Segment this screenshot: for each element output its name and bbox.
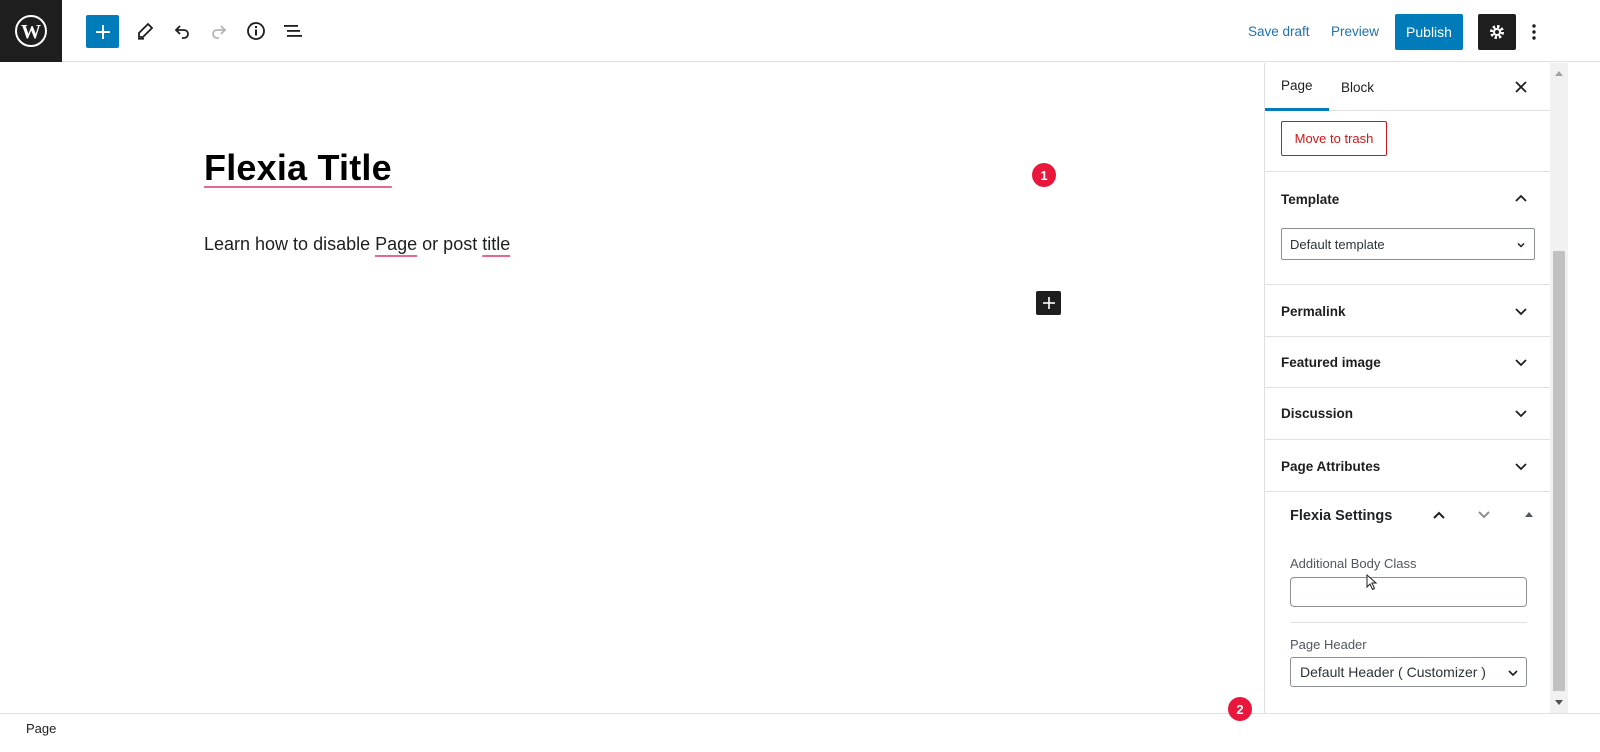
svg-text:W: W	[21, 21, 41, 43]
post-title[interactable]: Flexia Title	[204, 147, 392, 189]
block-breadcrumb-bar: Page	[0, 713, 1600, 752]
page-header-label: Page Header	[1290, 637, 1367, 652]
settings-sidebar: Page Block Move to trash Template Defaul…	[1264, 63, 1550, 713]
template-select-value: Default template	[1290, 236, 1385, 252]
discussion-panel[interactable]: Discussion	[1265, 388, 1550, 440]
additional-body-class-input[interactable]	[1290, 577, 1527, 607]
details-button[interactable]	[239, 14, 273, 48]
paragraph-block[interactable]: Learn how to disable Page or post title	[204, 234, 510, 255]
undo-button[interactable]	[165, 14, 199, 48]
save-draft-button[interactable]: Save draft	[1248, 24, 1310, 39]
settings-button[interactable]	[1478, 14, 1516, 50]
preview-button[interactable]: Preview	[1331, 24, 1379, 39]
sidebar-scrollbar[interactable]	[1550, 63, 1568, 713]
template-select[interactable]: Default template	[1281, 228, 1535, 260]
pencil-icon	[138, 22, 154, 40]
collapse-toggle-icon[interactable]	[1523, 509, 1535, 519]
editor-header: W Save draft Preview Publish	[0, 0, 1600, 62]
plus-icon	[1042, 297, 1055, 309]
list-view-button[interactable]	[276, 14, 310, 48]
featured-image-panel[interactable]: Featured image	[1265, 337, 1550, 388]
options-button[interactable]	[1522, 14, 1546, 50]
close-sidebar-button[interactable]	[1509, 75, 1533, 99]
permalink-panel-title: Permalink	[1281, 304, 1346, 319]
breadcrumb-page[interactable]: Page	[26, 721, 56, 736]
page-attributes-panel-title: Page Attributes	[1281, 459, 1381, 474]
gear-icon	[1490, 25, 1504, 39]
redo-icon	[212, 25, 227, 39]
page-header-select-value: Default Header ( Customizer )	[1300, 664, 1486, 680]
template-panel-title[interactable]: Template	[1281, 192, 1339, 207]
list-view-icon	[284, 25, 302, 37]
more-vertical-icon	[1532, 24, 1536, 40]
chevron-down-icon	[1517, 242, 1525, 248]
chevron-down-icon	[1515, 410, 1527, 418]
editor-canvas: Flexia Title Learn how to disable Page o…	[0, 63, 1264, 713]
step-badge-1: 1	[1032, 163, 1056, 187]
paragraph-text-1: Learn how to disable	[204, 234, 376, 254]
scroll-down-arrow-icon[interactable]	[1550, 695, 1568, 711]
additional-body-class-label: Additional Body Class	[1290, 556, 1417, 571]
chevron-up-icon[interactable]	[1513, 191, 1529, 207]
tab-block[interactable]: Block	[1325, 63, 1390, 111]
mouse-cursor-icon	[1366, 574, 1378, 591]
paragraph-text-2: or post	[417, 234, 483, 254]
wordpress-icon[interactable]: W	[0, 0, 62, 62]
step-badge-2: 2	[1228, 697, 1252, 721]
inline-inserter-button[interactable]	[1036, 291, 1061, 315]
tab-page[interactable]: Page	[1265, 63, 1329, 111]
scroll-up-arrow-icon[interactable]	[1550, 65, 1568, 81]
page-header-select[interactable]: Default Header ( Customizer )	[1290, 657, 1527, 687]
chevron-down-icon	[1515, 308, 1527, 316]
publish-button[interactable]: Publish	[1395, 14, 1463, 50]
post-title-text: Flexia Title	[204, 147, 392, 188]
move-up-icon[interactable]	[1431, 507, 1447, 523]
chevron-down-icon	[1515, 463, 1527, 471]
sidebar-tabs: Page Block	[1265, 63, 1550, 111]
featured-image-panel-title: Featured image	[1281, 355, 1381, 370]
scrollbar-thumb[interactable]	[1553, 251, 1565, 691]
flexia-settings-title: Flexia Settings	[1290, 508, 1393, 524]
discussion-panel-title: Discussion	[1281, 406, 1354, 421]
tools-button[interactable]	[128, 14, 162, 48]
template-panel: Template Default template	[1265, 173, 1550, 285]
section-divider	[1290, 622, 1527, 623]
move-down-icon[interactable]	[1476, 507, 1492, 523]
plus-icon	[95, 24, 110, 39]
close-icon	[1515, 81, 1527, 93]
undo-icon	[174, 25, 189, 39]
info-icon	[247, 22, 265, 40]
page-attributes-panel[interactable]: Page Attributes	[1265, 440, 1550, 492]
paragraph-word-page: Page	[375, 234, 418, 254]
chevron-down-icon	[1508, 670, 1518, 677]
trash-section: Move to trash	[1265, 111, 1550, 172]
chevron-down-icon	[1515, 359, 1527, 367]
paragraph-word-title: title	[482, 234, 511, 254]
permalink-panel[interactable]: Permalink	[1265, 285, 1550, 337]
move-to-trash-button[interactable]: Move to trash	[1281, 121, 1387, 156]
block-inserter-button[interactable]	[86, 15, 119, 48]
redo-button[interactable]	[202, 14, 236, 48]
